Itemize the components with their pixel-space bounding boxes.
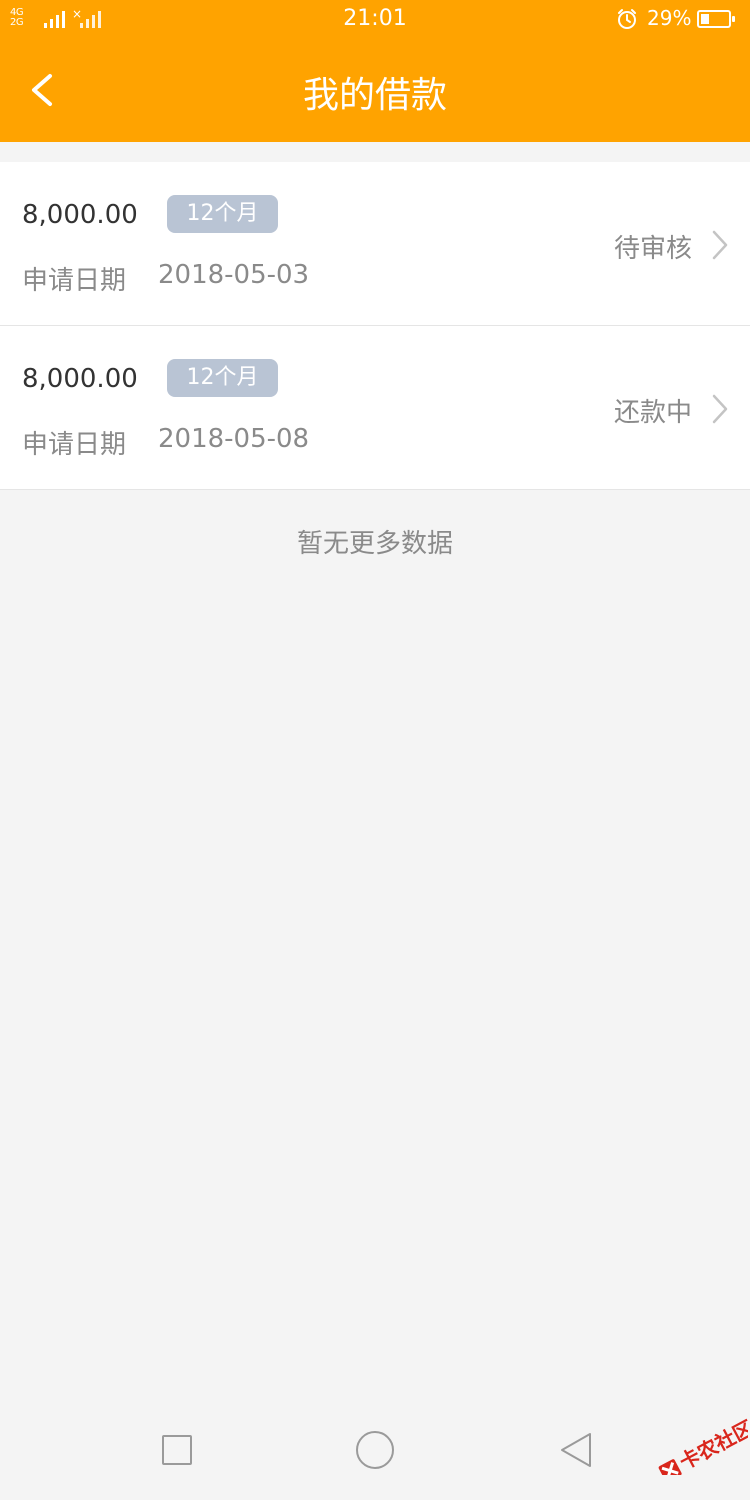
chevron-right-icon	[712, 230, 728, 260]
loan-item[interactable]: 8,000.00 12个月 申请日期 2018-05-03 待审核	[0, 162, 750, 326]
apply-date-value: 2018-05-03	[158, 260, 310, 290]
svg-text:卡农社区: 卡农社区	[676, 1416, 748, 1475]
square-recent-icon	[162, 1435, 192, 1465]
apply-date-label: 申请日期	[22, 266, 127, 296]
circle-home-icon	[356, 1431, 394, 1469]
loan-term-badge: 12个月	[167, 359, 278, 397]
page-title: 我的借款	[302, 75, 447, 116]
status-bar: 4G 2G × 21:01 29%	[0, 0, 750, 40]
system-nav-bar	[0, 1410, 750, 1490]
loan-list: 8,000.00 12个月 申请日期 2018-05-03 待审核 8,000.…	[0, 162, 750, 490]
loan-amount: 8,000.00	[22, 364, 138, 394]
apply-date-label: 申请日期	[22, 430, 127, 460]
no-more-data-text: 暂无更多数据	[296, 529, 453, 559]
chevron-right-icon	[712, 394, 728, 424]
community-watermark-logo: 卡农社区	[658, 1416, 748, 1475]
battery-percent: 29%	[647, 6, 692, 30]
apply-date-value: 2018-05-08	[158, 424, 310, 454]
loan-status: 待审核	[613, 234, 692, 264]
loan-item[interactable]: 8,000.00 12个月 申请日期 2018-05-08 还款中	[0, 326, 750, 490]
battery-icon	[697, 10, 735, 28]
loan-status: 还款中	[613, 398, 692, 428]
alarm-icon	[618, 9, 636, 29]
loan-term-badge: 12个月	[167, 195, 278, 233]
app-header: 4G 2G × 21:01 29% 我的借款	[0, 0, 750, 142]
triangle-back-icon	[561, 1433, 591, 1467]
home-button[interactable]	[335, 1410, 415, 1490]
system-back-button[interactable]	[536, 1410, 616, 1490]
loan-amount: 8,000.00	[22, 200, 138, 230]
recent-apps-button[interactable]	[137, 1410, 217, 1490]
